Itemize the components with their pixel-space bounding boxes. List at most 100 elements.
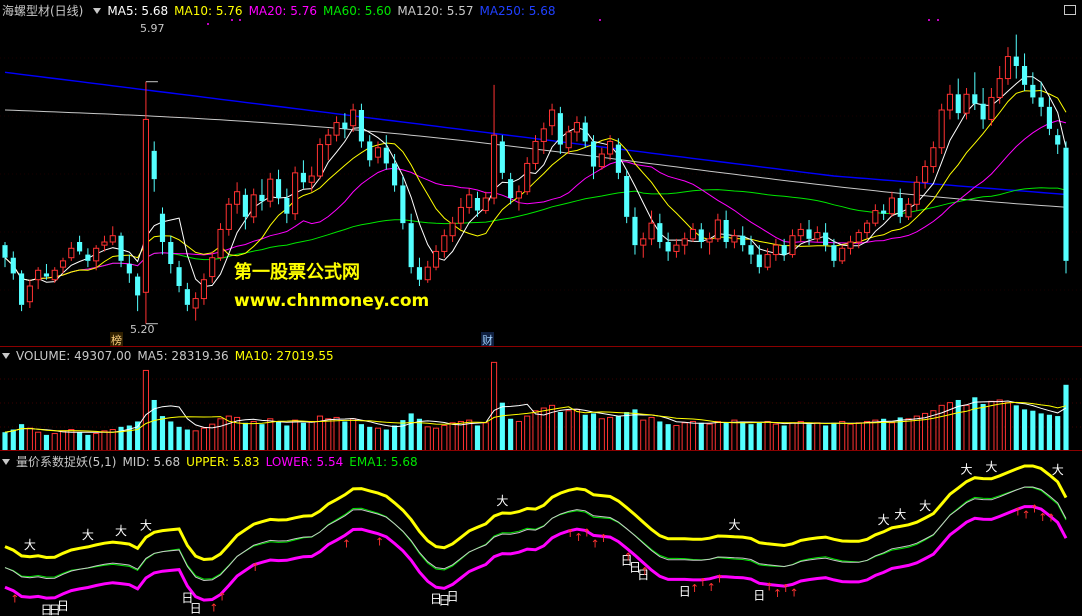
candle-body — [657, 223, 663, 242]
day-signal-label: 日 — [190, 602, 202, 616]
candle-body — [441, 235, 448, 252]
dropdown-triangle-icon[interactable] — [93, 8, 102, 14]
candle-body — [573, 122, 581, 133]
candle-body — [756, 254, 762, 268]
volume-bar — [416, 418, 423, 451]
candle-body — [549, 109, 556, 127]
volume-bar — [955, 399, 961, 451]
big-signal-label: 大 — [496, 494, 508, 508]
candle — [549, 103, 556, 136]
candle — [706, 232, 713, 255]
candle — [275, 169, 282, 205]
volume-bar — [367, 426, 373, 451]
indicator-lower-label: LOWER: 5.54 — [265, 455, 344, 469]
volume-panel[interactable]: VOLUME: 49307.00 MA5: 28319.36 MA10: 27019… — [0, 346, 1082, 451]
signal-dot — [599, 19, 601, 21]
candlestick-chart[interactable] — [0, 0, 1082, 346]
candle-body — [490, 134, 498, 199]
candle — [392, 154, 398, 192]
candle-body — [392, 163, 398, 186]
candle — [51, 267, 58, 283]
day-signal-label: 日 — [57, 599, 69, 613]
candle — [1063, 141, 1069, 274]
volume-bar — [176, 426, 182, 451]
volume-bar — [2, 432, 8, 451]
indicator-panel[interactable]: 量价系数捉妖(5,1) MID: 5.68 UPPER: 5.83 LOWER: 5.… — [0, 450, 1082, 616]
candle — [499, 135, 505, 180]
candle-body — [19, 273, 25, 305]
volume-bar — [300, 422, 306, 451]
candle-body — [996, 78, 1003, 98]
candle-body — [988, 96, 995, 120]
volume-header: VOLUME: 49307.00 MA5: 28319.36 MA10: 27019… — [2, 349, 340, 363]
candle — [424, 260, 431, 283]
big-signal-label: 大 — [115, 524, 127, 538]
volume-bar — [59, 430, 67, 451]
candle — [1038, 81, 1044, 117]
arrow-signal-label: ↑ — [10, 593, 19, 606]
candle — [109, 226, 116, 246]
candle — [922, 160, 929, 189]
candle — [723, 210, 729, 249]
volume-bar — [350, 418, 357, 451]
indicator-chart[interactable]: 大大大大大大大大大大大大日日日日日日日日日日日日 日↑↑↑↑↑ ↑↑ ↑ ↑↑ ↑↑↑↑ ↑… — [0, 451, 1082, 616]
candle-body — [26, 285, 33, 303]
candle — [466, 188, 473, 214]
candle-body — [582, 122, 588, 142]
candle-body — [748, 245, 754, 255]
volume-bar — [905, 418, 912, 451]
indicator-dropdown-triangle-icon[interactable] — [2, 459, 10, 465]
volume-bar — [68, 429, 75, 451]
candle — [881, 204, 887, 220]
candle-body — [135, 276, 141, 296]
candle-body — [51, 269, 58, 281]
volume-dropdown-triangle-icon[interactable] — [2, 353, 10, 359]
indicator-ema1-label: EMA1: 5.68 — [349, 455, 418, 469]
candle-body — [881, 210, 887, 214]
candle-body — [267, 178, 274, 202]
candle-body — [598, 153, 605, 168]
volume-bar — [482, 422, 489, 451]
candle-body — [897, 198, 903, 217]
candle-body — [43, 273, 50, 277]
candle-body — [781, 245, 787, 255]
candle-body — [93, 247, 100, 262]
volume-bar — [424, 426, 431, 451]
signal-dot — [928, 19, 930, 21]
candle — [565, 125, 572, 154]
maximize-icon[interactable] — [1064, 5, 1076, 15]
candle-body — [540, 128, 547, 142]
tag-cai-badge[interactable]: 财 — [481, 332, 494, 346]
volume-bar — [814, 422, 821, 451]
big-signal-label: 大 — [894, 507, 906, 521]
candle-body — [400, 185, 406, 224]
candle-body — [1055, 135, 1061, 145]
candle-body — [192, 298, 199, 309]
candle-body — [242, 194, 248, 217]
ma120-label: MA120: 5.57 — [397, 4, 474, 18]
candle-body — [930, 147, 937, 168]
arrow-signal-label: ↑ — [251, 561, 260, 574]
candle — [665, 232, 671, 261]
price-panel[interactable]: 海螺型材(日线) MA5: 5.68 MA10: 5.76 MA20: 5.76 MA6… — [0, 0, 1082, 346]
big-signal-label: 大 — [961, 463, 973, 477]
candle — [913, 176, 920, 211]
volume-label: VOLUME: 49307.00 — [16, 349, 132, 363]
candle — [217, 223, 224, 261]
volume-bar — [168, 421, 174, 451]
tag-bang-badge[interactable]: 榜 — [110, 332, 123, 346]
candle-body — [416, 267, 423, 280]
candle-body — [855, 232, 862, 243]
volume-bar — [598, 418, 605, 451]
candle-body — [77, 242, 83, 252]
candle-body — [905, 203, 912, 218]
candle — [284, 188, 290, 224]
candle-body — [1021, 66, 1028, 85]
arrow-signal-label: ↑ — [375, 536, 384, 549]
volume-bar — [748, 424, 754, 451]
candle — [640, 232, 647, 258]
candle-body — [1013, 56, 1019, 66]
volume-bar — [308, 420, 315, 451]
day-signal-label: 日 — [753, 588, 765, 602]
candle-body — [482, 197, 489, 212]
